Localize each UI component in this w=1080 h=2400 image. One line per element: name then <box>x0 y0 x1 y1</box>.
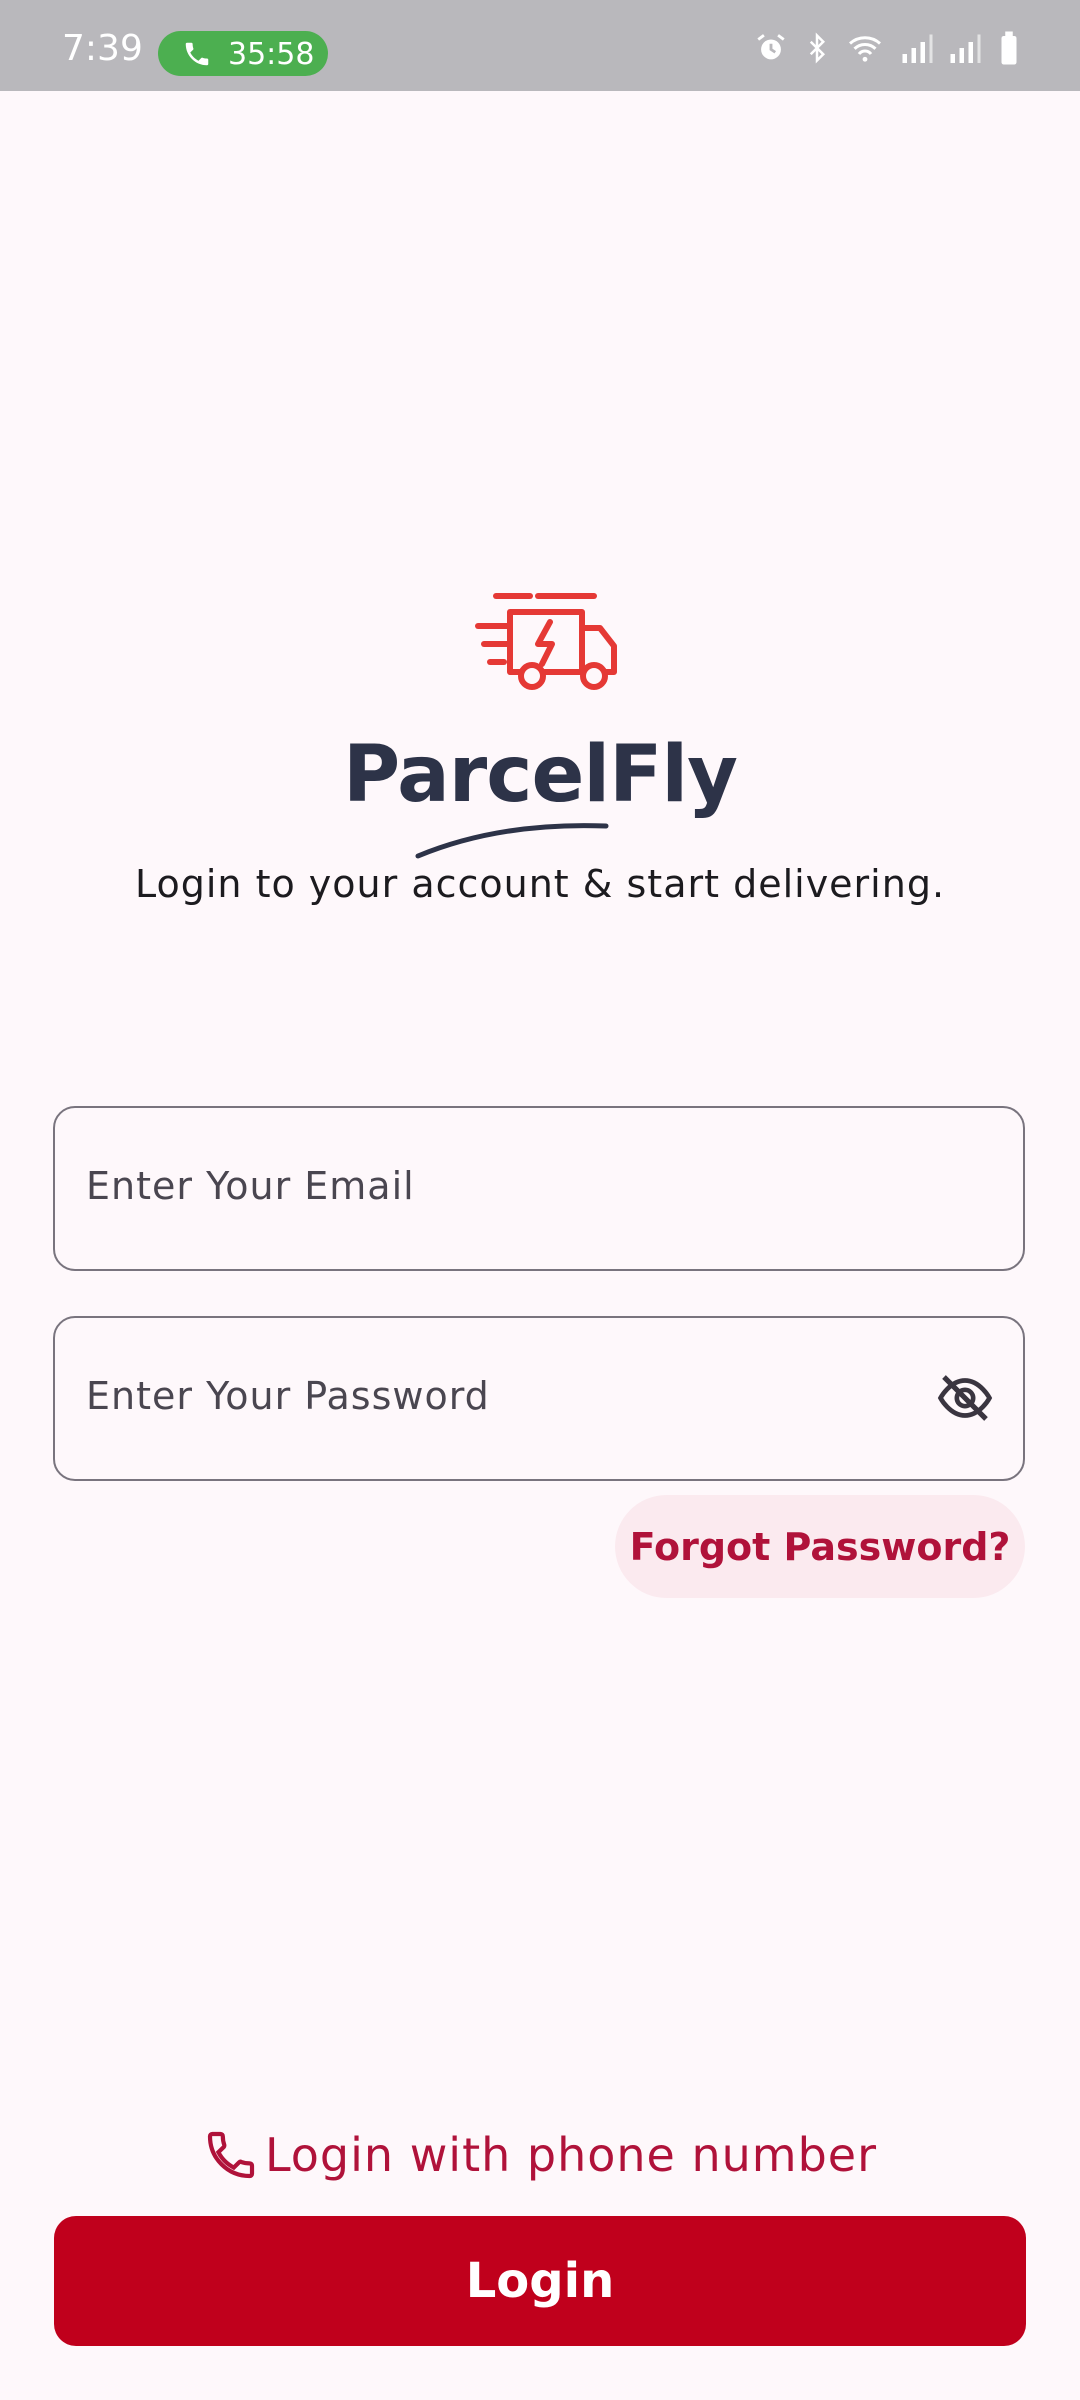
login-button[interactable]: Login <box>54 2216 1026 2346</box>
login-with-phone-label: Login with phone number <box>264 2128 878 2182</box>
battery-icon <box>1001 31 1017 65</box>
delivery-truck-icon <box>475 593 617 690</box>
forgot-password-button[interactable]: Forgot Password? <box>615 1495 1025 1598</box>
brand-name: ParcelFly <box>343 730 738 820</box>
call-duration: 35:58 <box>228 37 315 72</box>
eye-off-icon[interactable] <box>935 1370 995 1426</box>
login-button-label: Login <box>465 2253 615 2309</box>
call-icon <box>185 42 209 66</box>
signal-icon <box>950 34 981 63</box>
email-placeholder: Enter Your Email <box>86 1164 415 1208</box>
bluetooth-icon <box>809 32 826 64</box>
wifi-icon <box>849 36 881 62</box>
password-field[interactable]: Enter Your Password <box>53 1316 1025 1481</box>
phone-icon <box>207 2131 255 2179</box>
signal-icon <box>902 34 933 63</box>
brand-swoosh <box>415 823 609 859</box>
email-field[interactable]: Enter Your Email <box>53 1106 1025 1271</box>
status-time: 7:39 <box>62 28 143 69</box>
password-placeholder: Enter Your Password <box>86 1374 490 1418</box>
status-bar: 7:39 35:58 <box>0 0 1080 91</box>
login-with-phone-button[interactable]: Login with phone number <box>0 2120 1080 2190</box>
ongoing-call-pill[interactable]: 35:58 <box>158 31 328 76</box>
login-subtitle: Login to your account & start delivering… <box>134 862 946 906</box>
alarm-icon <box>757 34 785 60</box>
